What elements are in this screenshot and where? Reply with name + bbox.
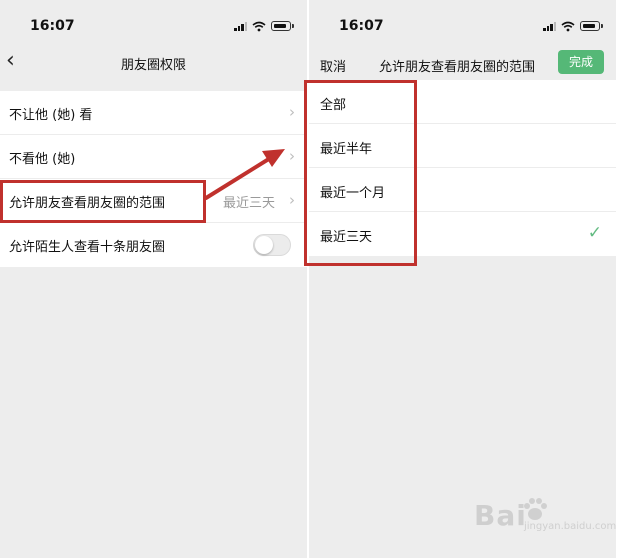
row-value: 最近三天 xyxy=(222,196,275,211)
row-label: 不让他 (她) 看 xyxy=(9,108,93,123)
signal-icon xyxy=(234,21,247,31)
highlight-box-range-row xyxy=(0,180,206,223)
row-stranger-ten-posts: 允许陌生人查看十条朋友圈 xyxy=(0,223,307,267)
toggle-knob xyxy=(255,236,273,254)
highlight-box-options xyxy=(304,80,417,266)
status-time: 16:07 xyxy=(339,18,384,34)
watermark-subtext: jingyan.baidu.com xyxy=(524,521,617,532)
status-time: 16:07 xyxy=(30,18,75,34)
left-screen: 16:07 ‹ 朋友圈权限 不让他 (她) 看 › 不看他 (她) › 允许朋友… xyxy=(0,0,307,558)
wifi-icon xyxy=(561,21,575,31)
checkmark-icon: ✓ xyxy=(587,223,602,243)
done-button[interactable]: 完成 xyxy=(558,50,604,74)
chevron-right-icon: › xyxy=(289,147,295,165)
wifi-icon xyxy=(252,21,266,31)
cancel-button[interactable]: 取消 xyxy=(320,56,346,75)
row-dont-see[interactable]: 不看他 (她) › xyxy=(0,135,307,179)
watermark: Bai jingyan.baidu.com xyxy=(474,495,617,537)
permission-list: 不让他 (她) 看 › 不看他 (她) › 允许朋友查看朋友圈的范围 最近三天 … xyxy=(0,91,307,267)
battery-icon xyxy=(580,21,603,31)
nav-bar: 取消 允许朋友查看朋友圈的范围 完成 xyxy=(309,44,616,80)
chevron-right-icon: › xyxy=(289,103,295,121)
watermark-logo: Bai xyxy=(474,499,527,532)
row-hide-from[interactable]: 不让他 (她) 看 › xyxy=(0,91,307,135)
nav-bar: ‹ 朋友圈权限 xyxy=(0,44,307,80)
status-icons xyxy=(234,20,294,32)
row-label: 允许陌生人查看十条朋友圈 xyxy=(9,240,166,255)
row-label: 不看他 (她) xyxy=(9,152,76,167)
signal-icon xyxy=(543,21,556,31)
battery-icon xyxy=(271,21,294,31)
status-bar: 16:07 xyxy=(309,0,616,44)
chevron-right-icon: › xyxy=(289,191,295,209)
page-title: 允许朋友查看朋友圈的范围 xyxy=(379,60,536,75)
status-icons xyxy=(543,20,603,32)
page-title: 朋友圈权限 xyxy=(120,58,186,73)
stranger-toggle[interactable] xyxy=(253,234,291,256)
status-bar: 16:07 xyxy=(0,0,307,44)
